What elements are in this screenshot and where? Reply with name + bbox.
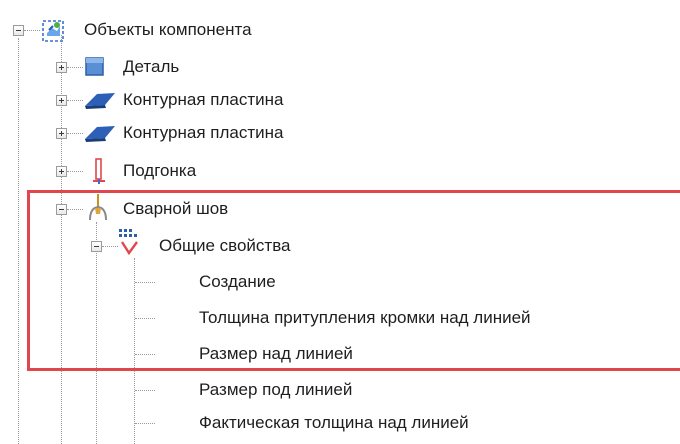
tree-connector (18, 38, 19, 444)
tree-connector (67, 171, 83, 172)
expand-toggle[interactable] (56, 95, 67, 106)
tree-item-part[interactable]: Деталь (123, 57, 179, 77)
fitting-icon (92, 157, 106, 190)
tree-connector (67, 133, 83, 134)
part-icon (84, 56, 106, 83)
highlight-frame (27, 190, 680, 371)
component-tree: Объекты компонента Деталь Контурная плас… (0, 0, 680, 444)
property-item[interactable]: Фактическая толщина над линией (199, 413, 469, 433)
tree-connector (67, 67, 83, 68)
expand-toggle[interactable] (56, 128, 67, 139)
contour-plate-icon (83, 123, 117, 148)
property-item[interactable]: Размер под линией (199, 380, 352, 400)
expand-toggle[interactable] (56, 62, 67, 73)
tree-connector (67, 100, 83, 101)
component-objects-icon (40, 18, 66, 49)
tree-item-component-objects[interactable]: Объекты компонента (84, 20, 252, 40)
tree-item-contour-plate[interactable]: Контурная пластина (123, 90, 283, 110)
tree-connector (24, 30, 40, 31)
tree-item-fitting[interactable]: Подгонка (123, 161, 196, 181)
contour-plate-icon (83, 90, 117, 115)
tree-connector (135, 423, 155, 424)
collapse-toggle[interactable] (13, 25, 24, 36)
tree-item-contour-plate[interactable]: Контурная пластина (123, 123, 283, 143)
tree-connector (135, 390, 155, 391)
expand-toggle[interactable] (56, 166, 67, 177)
